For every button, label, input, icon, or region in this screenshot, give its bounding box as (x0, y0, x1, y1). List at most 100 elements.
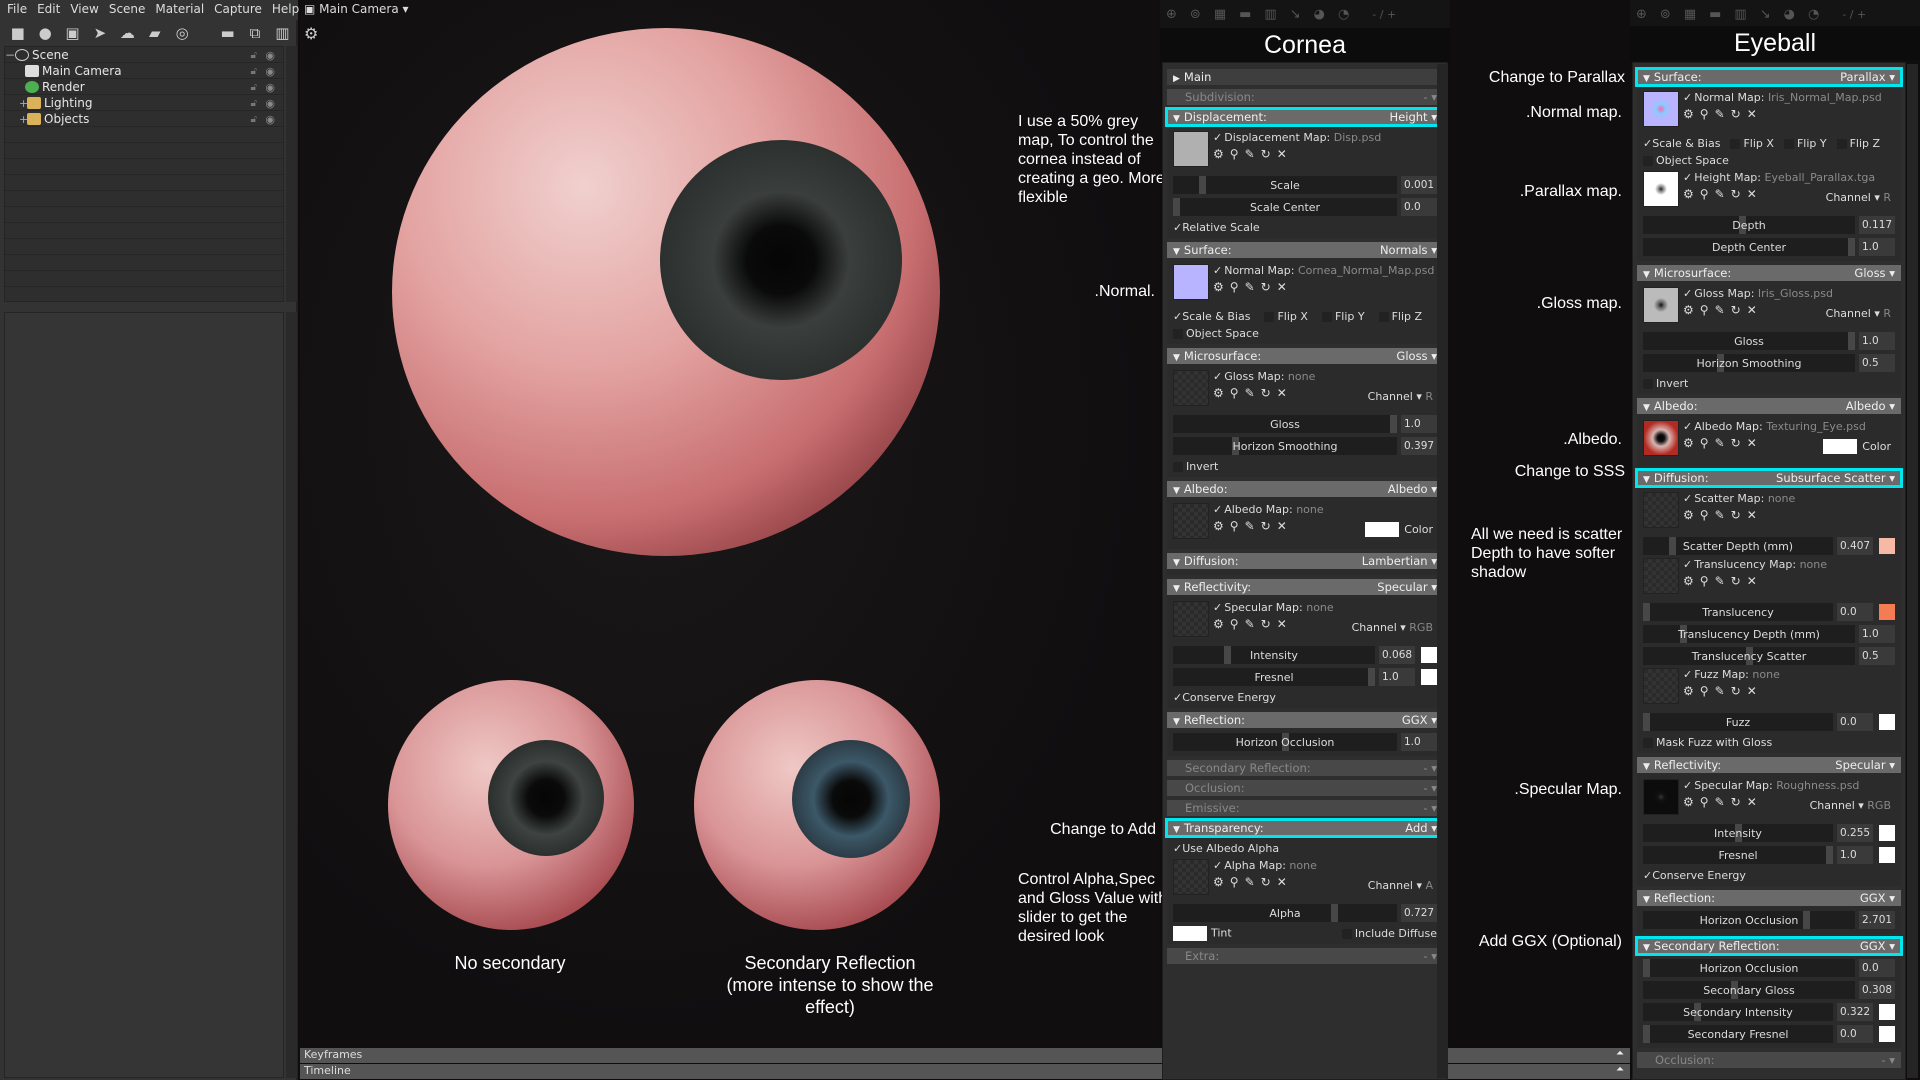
close-icon[interactable]: ✕ (1277, 519, 1287, 533)
gear-icon[interactable]: ⚙ (1683, 684, 1694, 698)
close-icon[interactable]: ✕ (1277, 617, 1287, 631)
translucency-color-swatch[interactable] (1879, 604, 1895, 620)
duplicate-material-icon[interactable]: ⊚ (1660, 7, 1671, 22)
scatter-depth-slider[interactable]: Scatter Depth (mm) (1643, 537, 1833, 555)
object-space-checkbox[interactable]: Object Space (1643, 154, 1729, 167)
specular-map-thumbnail[interactable] (1643, 779, 1679, 815)
pencil-icon[interactable]: ✎ (1245, 875, 1255, 889)
flip-y-checkbox[interactable]: Flip Y (1321, 310, 1365, 323)
section-dropdown[interactable]: - ▾ (1423, 949, 1437, 963)
checkmark-icon[interactable]: ✓ (1683, 492, 1692, 505)
sky-icon[interactable]: ➤ (88, 23, 111, 43)
search-icon[interactable]: ⚲ (1230, 386, 1239, 400)
camera-selector[interactable]: ▣ Main Camera ▾ (304, 2, 409, 16)
secondary-fresnel-color-swatch[interactable] (1879, 1026, 1895, 1042)
channel-dropdown[interactable]: Channel ▾ A (1368, 879, 1433, 892)
outliner-item-objects[interactable]: + Objects 🔓︎ ◉ (5, 111, 283, 127)
close-icon[interactable]: ✕ (1747, 107, 1757, 121)
refresh-icon[interactable]: ↻ (1731, 107, 1741, 121)
close-icon[interactable]: ✕ (1747, 508, 1757, 522)
checkmark-icon[interactable]: ✓ (1213, 601, 1222, 614)
translucency-scatter-value[interactable]: 0.5 (1859, 647, 1895, 665)
section-dropdown[interactable]: Specular ▾ (1835, 758, 1895, 772)
eye-icon[interactable]: ◉ (265, 113, 275, 126)
section-surface[interactable]: ▼ Surface: Parallax ▾ (1635, 67, 1903, 87)
section-diffusion[interactable]: ▼ Diffusion: Lambertian ▾ (1167, 553, 1443, 569)
section-dropdown[interactable]: Lambertian ▾ (1362, 554, 1437, 568)
pick-icon[interactable]: ↘ (1760, 7, 1771, 22)
section-reflectivity[interactable]: ▼ Reflectivity: Specular ▾ (1637, 757, 1901, 773)
viewport-settings-icon[interactable]: ⚙ (304, 24, 318, 43)
section-main[interactable]: ▶ Main (1167, 69, 1443, 85)
secondary-intensity-color-swatch[interactable] (1879, 1004, 1895, 1020)
light-bulb-icon[interactable]: ● (33, 23, 56, 43)
relative-scale-checkbox[interactable]: ✓Relative Scale (1173, 221, 1260, 234)
conserve-energy-checkbox[interactable]: ✓Conserve Energy (1643, 869, 1746, 882)
outliner-item-scene[interactable]: − Scene 🔓︎ ◉ (5, 47, 283, 63)
section-dropdown[interactable]: Specular ▾ (1377, 580, 1437, 594)
fresnel-color-swatch[interactable] (1421, 669, 1437, 685)
normal-map-thumbnail[interactable] (1643, 91, 1679, 127)
gear-icon[interactable]: ⚙ (1683, 795, 1694, 809)
use-albedo-alpha-checkbox[interactable]: ✓Use Albedo Alpha (1173, 842, 1279, 855)
fuzz-color-swatch[interactable] (1879, 714, 1895, 730)
pick-icon[interactable]: ↘ (1290, 7, 1301, 22)
checkmark-icon[interactable]: ✓ (1213, 131, 1222, 144)
translucency-depth-value[interactable]: 1.0 (1859, 625, 1895, 643)
section-dropdown[interactable]: Albedo ▾ (1388, 482, 1437, 496)
section-dropdown[interactable]: - ▾ (1881, 1053, 1895, 1067)
gear-icon[interactable]: ⚙ (1683, 107, 1694, 121)
albedo-map-thumbnail[interactable] (1173, 503, 1209, 539)
search-icon[interactable]: ⚲ (1230, 280, 1239, 294)
menu-scene[interactable]: Scene (106, 0, 153, 20)
horizon-occlusion-slider[interactable]: Horizon Occlusion (1643, 911, 1855, 929)
height-map-thumbnail[interactable] (1643, 171, 1679, 207)
checkmark-icon[interactable]: ✓ (1683, 287, 1692, 300)
translucency-depth-slider[interactable]: Translucency Depth (mm) (1643, 625, 1855, 643)
secondary-intensity-value[interactable]: 0.322 (1837, 1003, 1873, 1021)
pencil-icon[interactable]: ✎ (1715, 508, 1725, 522)
menu-edit[interactable]: Edit (34, 0, 67, 20)
mask-fuzz-checkbox[interactable]: Mask Fuzz with Gloss (1643, 736, 1772, 749)
albedo-color-swatch[interactable] (1365, 522, 1399, 537)
search-icon[interactable]: ⚲ (1230, 147, 1239, 161)
alpha-map-thumbnail[interactable] (1173, 859, 1209, 895)
lock-icon[interactable]: 🔓︎ (251, 82, 257, 93)
channel-dropdown[interactable]: Channel ▾ R (1826, 191, 1891, 204)
section-emissive[interactable]: Emissive: - ▾ (1167, 800, 1443, 816)
include-diffuse-checkbox[interactable]: Include Diffuse (1341, 927, 1437, 940)
gear-icon[interactable]: ⚙ (1213, 519, 1224, 533)
search-icon[interactable]: ⚲ (1700, 574, 1709, 588)
eye-icon[interactable]: ◉ (265, 81, 275, 94)
checkmark-icon[interactable]: ✓ (1683, 668, 1692, 681)
search-icon[interactable]: ⚲ (1700, 684, 1709, 698)
gear-icon[interactable]: ⚙ (1683, 303, 1694, 317)
normal-map-thumbnail[interactable] (1173, 264, 1209, 300)
section-dropdown[interactable]: - ▾ (1423, 781, 1437, 795)
scatter-depth-value[interactable]: 0.407 (1837, 537, 1873, 555)
search-icon[interactable]: ⚲ (1700, 187, 1709, 201)
translucency-scatter-slider[interactable]: Translucency Scatter (1643, 647, 1855, 665)
section-surface[interactable]: ▼ Surface: Normals ▾ (1167, 242, 1443, 258)
intensity-value[interactable]: 0.068 (1379, 646, 1415, 664)
depth-center-slider[interactable]: Depth Center (1643, 238, 1855, 256)
search-icon[interactable]: ⚲ (1700, 436, 1709, 450)
refresh-icon[interactable]: ↻ (1731, 436, 1741, 450)
page-indicator[interactable]: - / + (1372, 8, 1396, 21)
checkmark-icon[interactable]: ✓ (1683, 171, 1692, 184)
gear-icon[interactable]: ⚙ (1683, 187, 1694, 201)
cube-icon[interactable]: ■ (6, 23, 29, 43)
fresnel-slider[interactable]: Fresnel (1173, 668, 1375, 686)
duplicate-icon[interactable]: ⧉ (243, 23, 266, 43)
eyeball-scrollbar[interactable] (1907, 64, 1918, 1078)
scale-center-value[interactable]: 0.0 (1401, 198, 1437, 216)
flip-x-checkbox[interactable]: Flip X (1730, 137, 1774, 150)
refresh-icon[interactable]: ↻ (1261, 617, 1271, 631)
gloss-map-thumbnail[interactable] (1643, 287, 1679, 323)
intensity-value[interactable]: 0.255 (1837, 824, 1873, 842)
section-dropdown[interactable]: GGX ▾ (1402, 713, 1437, 727)
close-icon[interactable]: ✕ (1277, 147, 1287, 161)
depth-slider[interactable]: Depth (1643, 216, 1855, 234)
trash-icon[interactable]: ▥ (1264, 7, 1276, 22)
flip-y-checkbox[interactable]: Flip Y (1783, 137, 1827, 150)
